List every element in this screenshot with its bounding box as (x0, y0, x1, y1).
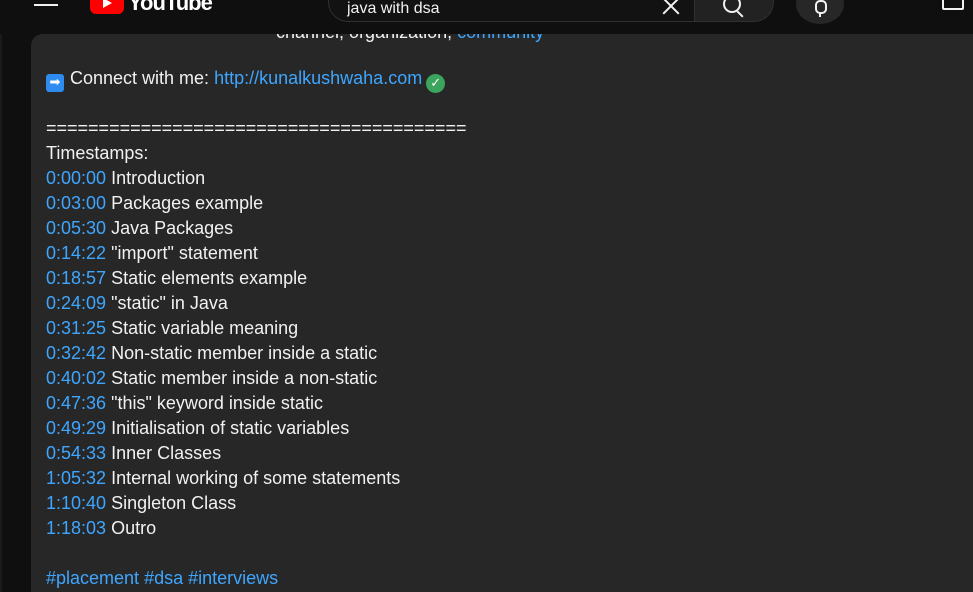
check-mark-icon: ✓ (426, 74, 446, 93)
timestamp-title: Non-static member inside a static (111, 343, 378, 363)
search-icon (723, 0, 741, 13)
timestamp-row: 0:03:00 Packages example (46, 191, 263, 216)
timestamps-heading: Timestamps: (46, 143, 149, 163)
separator-line: ======================================== (46, 118, 467, 138)
timestamp-row: 0:14:22 "import" statement (46, 241, 258, 266)
clear-icon[interactable] (659, 0, 683, 17)
timestamp-title: "this" keyword inside static (111, 393, 323, 413)
timestamp-title: Java Packages (111, 218, 234, 238)
hashtag-link[interactable]: #interviews (188, 568, 278, 588)
timestamp-link[interactable]: 0:24:09 (46, 293, 106, 313)
timestamp-title: Static elements example (111, 268, 308, 288)
timestamp-link[interactable]: 0:40:02 (46, 368, 106, 388)
youtube-logo[interactable]: YouTube (90, 0, 213, 16)
connect-label: Connect with me: (70, 68, 210, 88)
timestamp-link[interactable]: 0:18:57 (46, 268, 106, 288)
timestamp-row: 0:40:02 Static member inside a non-stati… (46, 366, 377, 391)
timestamp-row: 1:10:40 Singleton Class (46, 491, 236, 516)
timestamp-row: 0:49:29 Initialisation of static variabl… (46, 416, 349, 441)
connect-line: ➡ Connect with me: http://kunalkushwaha.c… (46, 66, 446, 93)
timestamp-row: 0:32:42 Non-static member inside a stati… (46, 341, 377, 366)
search-button[interactable] (694, 0, 774, 22)
page-edge (0, 34, 2, 592)
timestamp-link[interactable]: 1:10:40 (46, 493, 106, 513)
timestamp-link[interactable]: 0:31:25 (46, 318, 106, 338)
search-box (328, 0, 694, 22)
timestamp-title: Outro (111, 518, 157, 538)
timestamp-title: Packages example (111, 193, 264, 213)
timestamp-title: Internal working of some statements (111, 468, 401, 488)
timestamp-link[interactable]: 0:54:33 (46, 443, 106, 463)
timestamp-link[interactable]: 0:49:29 (46, 418, 106, 438)
right-arrow-icon: ➡ (46, 74, 64, 92)
timestamp-row: 0:05:30 Java Packages (46, 216, 233, 241)
top-bar: YouTube (0, 0, 973, 34)
timestamp-title: Static member inside a non-static (111, 368, 378, 388)
timestamp-link[interactable]: 0:32:42 (46, 343, 106, 363)
timestamp-link[interactable]: 0:14:22 (46, 243, 106, 263)
create-icon[interactable] (942, 0, 964, 10)
timestamp-row: 0:47:36 "this" keyword inside static (46, 391, 323, 416)
timestamp-row: 0:18:57 Static elements example (46, 266, 307, 291)
hashtags: #placement #dsa #interviews (46, 566, 283, 591)
timestamp-title: Initialisation of static variables (111, 418, 350, 438)
timestamp-link[interactable]: 0:47:36 (46, 393, 106, 413)
timestamp-row: 1:05:32 Internal working of some stateme… (46, 466, 400, 491)
hashtag-link[interactable]: #placement (46, 568, 139, 588)
menu-icon[interactable] (34, 0, 58, 8)
timestamp-row: 0:54:33 Inner Classes (46, 441, 221, 466)
timestamp-title: Singleton Class (111, 493, 237, 513)
timestamp-title: Inner Classes (111, 443, 222, 463)
connect-link[interactable]: http://kunalkushwaha.com (214, 68, 422, 88)
timestamp-link[interactable]: 1:05:32 (46, 468, 106, 488)
timestamp-link[interactable]: 0:05:30 (46, 218, 106, 238)
timestamp-title: Static variable meaning (111, 318, 299, 338)
timestamp-title: Introduction (111, 168, 206, 188)
cut-off-text: channel, organization, (276, 34, 457, 42)
cut-off-link[interactable]: community (457, 34, 544, 42)
hashtag-link[interactable]: #dsa (144, 568, 183, 588)
timestamp-row: 0:31:25 Static variable meaning (46, 316, 298, 341)
timestamp-title: "import" statement (111, 243, 258, 263)
logo-text: YouTube (128, 0, 213, 15)
voice-search-button[interactable] (796, 0, 844, 24)
timestamp-row: 1:18:03 Outro (46, 516, 156, 541)
timestamp-row: 0:24:09 "static" in Java (46, 291, 228, 316)
timestamp-title: "static" in Java (111, 293, 228, 313)
youtube-logo-icon (90, 0, 124, 14)
timestamp-link[interactable]: 0:03:00 (46, 193, 106, 213)
cut-off-line: channel, organization, community (46, 34, 646, 46)
search-input[interactable] (347, 0, 647, 19)
timestamp-link[interactable]: 0:00:00 (46, 168, 106, 188)
timestamp-link[interactable]: 1:18:03 (46, 518, 106, 538)
mic-icon (815, 0, 827, 17)
timestamp-row: 0:00:00 Introduction (46, 166, 205, 191)
